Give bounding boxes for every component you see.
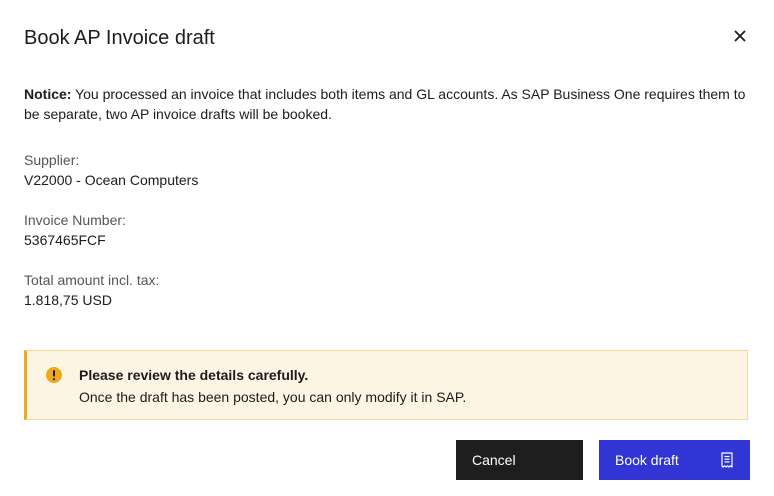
book-draft-button-label: Book draft: [615, 452, 679, 468]
supplier-value: V22000 - Ocean Computers: [24, 172, 199, 188]
invoice-number-label: Invoice Number:: [24, 212, 126, 228]
total-amount-field: Total amount incl. tax: 1.818,75 USD: [24, 270, 159, 310]
supplier-label: Supplier:: [24, 152, 80, 168]
cancel-button[interactable]: Cancel: [456, 440, 583, 480]
invoice-number-value: 5367465FCF: [24, 232, 106, 248]
notice-label: Notice:: [24, 86, 72, 102]
review-alert: Please review the details carefully. Onc…: [24, 350, 748, 420]
invoice-number-field: Invoice Number: 5367465FCF: [24, 210, 126, 250]
alert-title: Please review the details carefully.: [79, 367, 309, 383]
total-amount-value: 1.818,75 USD: [24, 292, 112, 308]
receipt-icon: [721, 452, 733, 468]
alert-text: Once the draft has been posted, you can …: [79, 389, 467, 405]
close-button[interactable]: [728, 24, 752, 48]
dialog-title: Book AP Invoice draft: [24, 27, 215, 49]
total-amount-label: Total amount incl. tax:: [24, 272, 160, 288]
cancel-button-label: Cancel: [472, 452, 516, 468]
close-icon: [734, 30, 746, 42]
supplier-field: Supplier: V22000 - Ocean Computers: [24, 150, 198, 190]
book-draft-button[interactable]: Book draft: [599, 440, 750, 480]
warning-icon: [46, 367, 62, 383]
notice-text: Notice: You processed an invoice that in…: [24, 84, 752, 124]
book-invoice-dialog: Book AP Invoice draft Notice: You proces…: [0, 0, 774, 496]
notice-body: You processed an invoice that includes b…: [24, 86, 746, 122]
